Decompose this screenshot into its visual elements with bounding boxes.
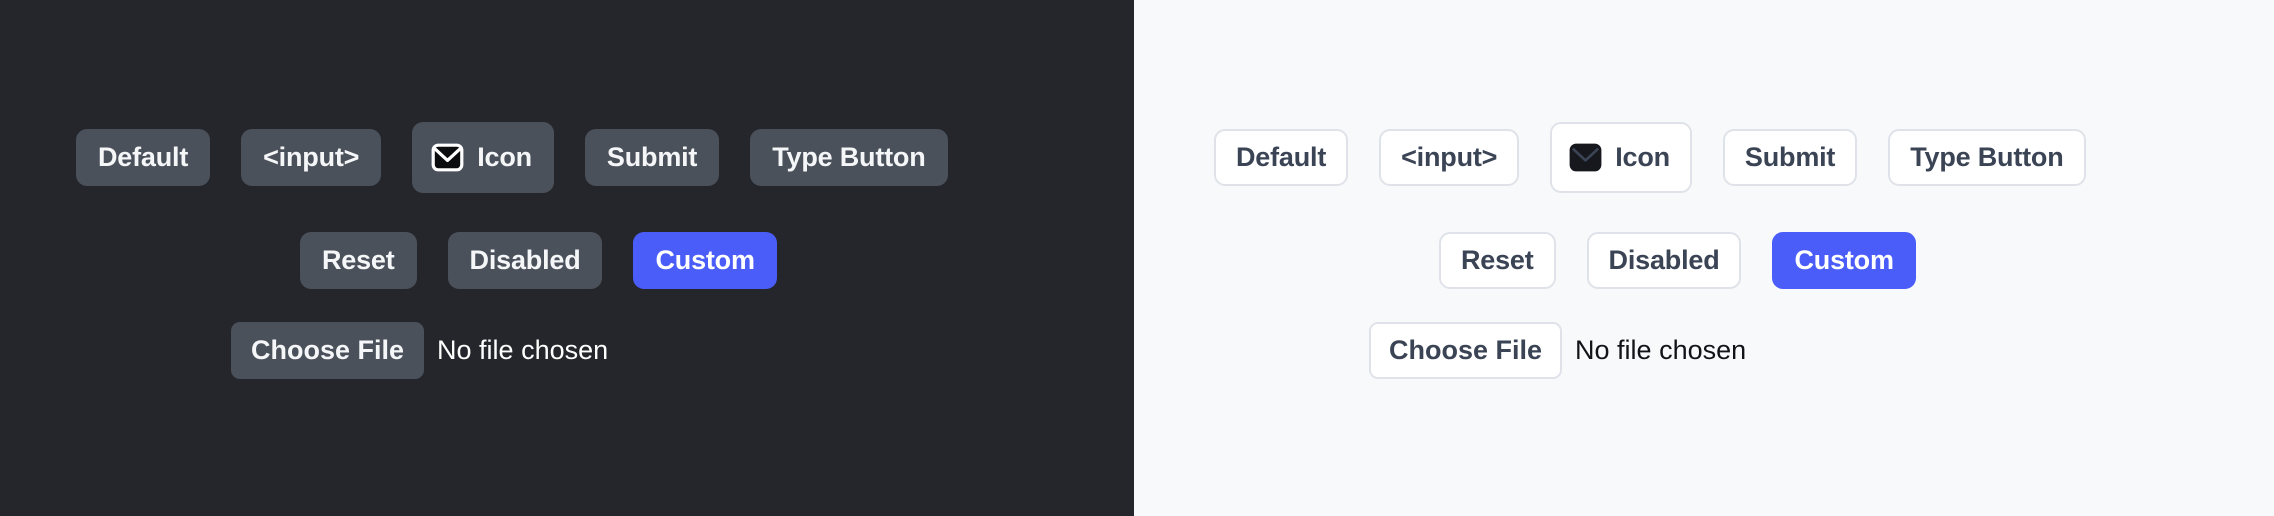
file-status-label: No file chosen	[1575, 335, 1747, 365]
button-input[interactable]: <input>	[1379, 129, 1520, 186]
button-reset[interactable]: Reset	[300, 232, 417, 289]
button-input[interactable]: <input>	[241, 129, 382, 186]
dark-button-groups: Default <input> Icon Submit Type Button …	[0, 0, 1134, 516]
dark-primary-button-row: Default <input> Icon Submit Type Button	[76, 122, 948, 193]
light-primary-button-row: Default <input> Icon Submit Type Button	[1214, 122, 2086, 193]
light-secondary-button-row: Reset Disabled Custom	[1439, 232, 1916, 289]
button-default[interactable]: Default	[1214, 129, 1349, 186]
choose-file-button[interactable]: Choose File	[231, 322, 425, 379]
dark-theme-panel: Default <input> Icon Submit Type Button …	[0, 0, 1134, 516]
button-icon[interactable]: Icon	[412, 122, 554, 193]
button-submit[interactable]: Submit	[1722, 129, 1858, 186]
light-theme-panel: Default <input> Icon Submit Type Button	[1134, 0, 2274, 516]
button-custom[interactable]: Custom	[1772, 232, 1916, 289]
button-disabled: Disabled	[447, 232, 603, 289]
button-default[interactable]: Default	[76, 129, 211, 186]
button-type-button[interactable]: Type Button	[1888, 129, 2086, 186]
button-type-button[interactable]: Type Button	[750, 129, 948, 186]
button-icon-label: Icon	[1615, 142, 1670, 172]
button-disabled: Disabled	[1586, 232, 1742, 289]
dark-file-input-row: Choose File No file chosen	[231, 322, 608, 379]
choose-file-button[interactable]: Choose File	[1369, 322, 1563, 379]
light-button-groups: Default <input> Icon Submit Type Button	[1134, 0, 2274, 516]
file-input[interactable]: Choose File No file chosen	[1369, 322, 1746, 379]
dark-secondary-button-row: Reset Disabled Custom	[300, 232, 777, 289]
file-status-label: No file chosen	[437, 335, 609, 365]
theme-comparison-screen: Default <input> Icon Submit Type Button …	[0, 0, 2274, 516]
button-submit[interactable]: Submit	[584, 129, 720, 186]
envelope-icon	[431, 143, 464, 172]
file-input[interactable]: Choose File No file chosen	[231, 322, 608, 379]
button-reset[interactable]: Reset	[1439, 232, 1556, 289]
envelope-icon	[1569, 143, 1602, 172]
button-icon[interactable]: Icon	[1550, 122, 1692, 193]
button-custom[interactable]: Custom	[633, 232, 777, 289]
light-file-input-row: Choose File No file chosen	[1369, 322, 1746, 379]
button-icon-label: Icon	[477, 142, 532, 172]
